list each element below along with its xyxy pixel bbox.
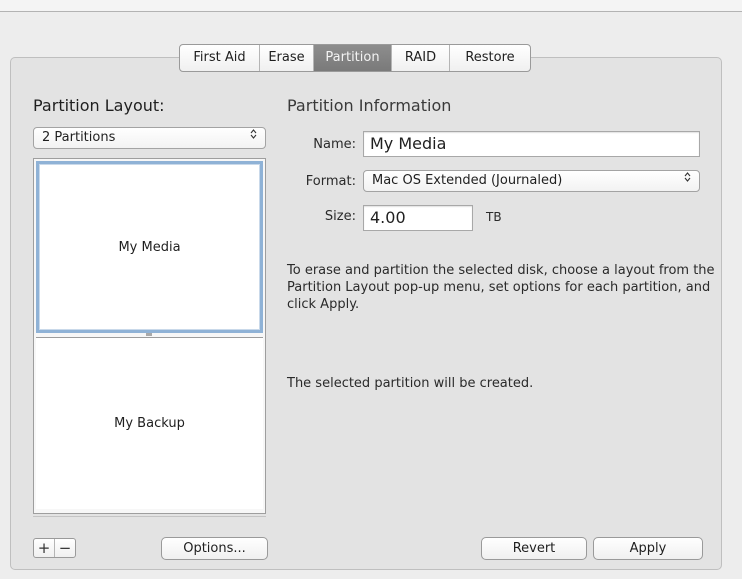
partition-name-field[interactable]: My Media: [363, 131, 700, 157]
add-partition-button[interactable]: +: [34, 539, 55, 557]
partition-layout-popup[interactable]: 2 Partitions: [33, 127, 266, 149]
partition-block-2[interactable]: My Backup: [36, 337, 263, 509]
apply-button[interactable]: Apply: [593, 537, 703, 560]
window-top-edge: [0, 0, 742, 12]
options-button[interactable]: Options...: [161, 537, 268, 560]
popup-arrows-icon: [250, 128, 257, 148]
size-label: Size:: [324, 209, 356, 224]
tab-first-aid[interactable]: First Aid: [180, 45, 260, 71]
format-popup[interactable]: Mac OS Extended (Journaled): [363, 170, 700, 192]
popup-arrows-icon: [684, 171, 691, 191]
revert-button[interactable]: Revert: [481, 537, 587, 560]
divider: [33, 516, 266, 517]
format-value: Mac OS Extended (Journaled): [372, 173, 563, 188]
tab-partition[interactable]: Partition: [314, 45, 392, 71]
name-label: Name:: [313, 137, 356, 152]
partition-size-field[interactable]: 4.00: [363, 205, 473, 231]
partition-information-heading: Partition Information: [287, 96, 452, 115]
partition-block-label: My Backup: [114, 416, 185, 431]
partition-block-label: My Media: [118, 239, 181, 255]
disk-utility-partition-pane: First Aid Erase Partition RAID Restore P…: [0, 0, 742, 579]
tab-bar: First Aid Erase Partition RAID Restore: [179, 44, 531, 72]
partition-block-1[interactable]: My Media: [36, 161, 263, 333]
tab-erase[interactable]: Erase: [260, 45, 314, 71]
remove-partition-button[interactable]: −: [55, 539, 75, 557]
status-text: The selected partition will be created.: [287, 376, 534, 391]
partition-layout-heading: Partition Layout:: [33, 96, 165, 115]
tab-raid[interactable]: RAID: [392, 45, 450, 71]
tab-restore[interactable]: Restore: [450, 45, 530, 71]
partition-layout-value: 2 Partitions: [42, 130, 116, 145]
size-unit-label: TB: [486, 210, 502, 224]
instructions-text: To erase and partition the selected disk…: [287, 263, 715, 312]
format-label: Format:: [305, 174, 356, 189]
partition-map: My Media My Backup: [33, 158, 266, 514]
resize-handle[interactable]: [146, 333, 152, 336]
add-remove-control: + −: [33, 538, 76, 558]
